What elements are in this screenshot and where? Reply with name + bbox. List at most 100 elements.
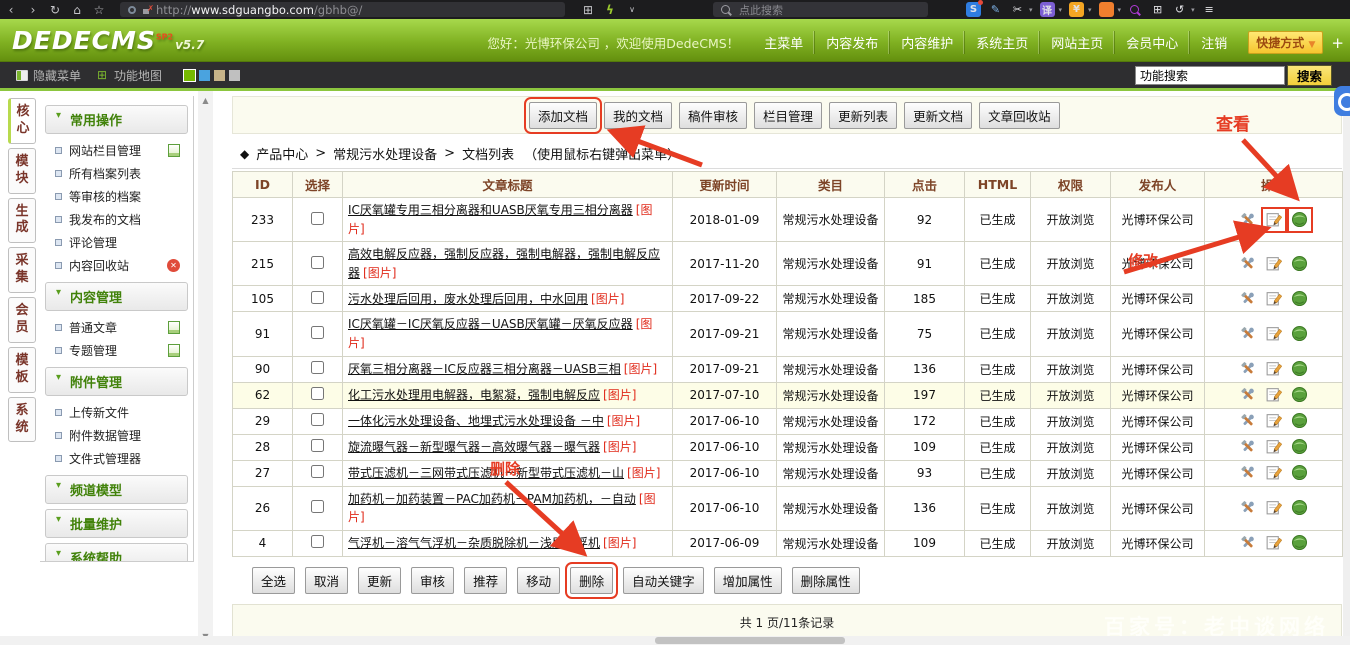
theme-swatch[interactable] bbox=[199, 70, 210, 81]
sidebar-section-常用操作[interactable]: 常用操作 bbox=[45, 105, 188, 134]
edit-icon[interactable] bbox=[1265, 499, 1283, 517]
attributes-icon[interactable] bbox=[1239, 211, 1257, 229]
batch-button-取消[interactable]: 取消 bbox=[305, 567, 348, 594]
page-scrollbar-track[interactable] bbox=[1343, 91, 1350, 637]
row-checkbox[interactable] bbox=[311, 291, 324, 304]
batch-button-增加属性[interactable]: 增加属性 bbox=[714, 567, 782, 594]
view-icon[interactable] bbox=[1291, 255, 1309, 273]
menu-icon[interactable]: ≡ bbox=[1202, 2, 1217, 17]
cell-category[interactable]: 常规污水处理设备 bbox=[777, 242, 885, 286]
document-title-link[interactable]: IC厌氧罐专用三相分离器和UASB厌氧专用三相分离器 bbox=[348, 203, 633, 217]
reload-icon[interactable]: ↻ bbox=[44, 3, 66, 17]
function-search-input[interactable] bbox=[1135, 66, 1285, 85]
document-title-link[interactable]: 污水处理后回用，废水处理后回用，中水回用 bbox=[348, 292, 588, 306]
doc-publish-icon[interactable] bbox=[168, 144, 180, 157]
sidebar-item-等审核的档案[interactable]: 等审核的档案 bbox=[43, 185, 190, 208]
row-checkbox[interactable] bbox=[311, 326, 324, 339]
attributes-icon[interactable] bbox=[1239, 290, 1257, 308]
site-info-icon[interactable] bbox=[128, 6, 136, 14]
row-checkbox[interactable] bbox=[311, 212, 324, 225]
undo-icon[interactable]: ↺ bbox=[1172, 2, 1187, 17]
address-bar[interactable]: http://www.sdguangbo.com/gbhb@/ bbox=[120, 2, 565, 17]
row-checkbox[interactable] bbox=[311, 535, 324, 548]
view-icon[interactable] bbox=[1291, 211, 1309, 229]
document-title-link[interactable]: 化工污水处理用电解器，电絮凝，强制电解反应 bbox=[348, 388, 600, 402]
doc-publish-icon[interactable] bbox=[168, 344, 180, 357]
view-icon[interactable] bbox=[1291, 360, 1309, 378]
doc-publish-icon[interactable] bbox=[168, 321, 180, 334]
notes-icon[interactable]: ✎ bbox=[988, 2, 1003, 17]
document-title-link[interactable]: 厌氧三相分离器－IC反应器三相分离器－UASB三相 bbox=[348, 362, 621, 376]
sidebar-scrollbar[interactable]: ▲ ▼ bbox=[198, 91, 213, 645]
cell-category[interactable]: 常规污水处理设备 bbox=[777, 530, 885, 556]
cell-category[interactable]: 常规污水处理设备 bbox=[777, 356, 885, 382]
document-title-link[interactable]: 气浮机－溶气气浮机－杂质脱除机－浅层气浮机 bbox=[348, 536, 600, 550]
cell-category[interactable]: 常规污水处理设备 bbox=[777, 382, 885, 408]
floating-translate-icon[interactable] bbox=[1334, 86, 1350, 116]
row-checkbox[interactable] bbox=[311, 387, 324, 400]
sidebar-tab-核心[interactable]: 核心 bbox=[8, 98, 36, 144]
sogou-icon[interactable]: S bbox=[966, 2, 981, 17]
edit-icon[interactable] bbox=[1265, 412, 1283, 430]
recycle-delete-icon[interactable]: ✕ bbox=[167, 259, 180, 272]
view-icon[interactable] bbox=[1291, 290, 1309, 308]
view-icon[interactable] bbox=[1291, 325, 1309, 343]
document-title-link[interactable]: 一体化污水处理设备、地埋式污水处理设备 －中 bbox=[348, 414, 604, 428]
breadcrumb-part[interactable]: 文档列表 bbox=[462, 144, 514, 163]
sidebar-section-附件管理[interactable]: 附件管理 bbox=[45, 367, 188, 396]
view-icon[interactable] bbox=[1291, 464, 1309, 482]
row-checkbox[interactable] bbox=[311, 256, 324, 269]
attributes-icon[interactable] bbox=[1239, 499, 1257, 517]
sidebar-section-内容管理[interactable]: 内容管理 bbox=[45, 282, 188, 311]
attributes-icon[interactable] bbox=[1239, 412, 1257, 430]
batch-button-删除属性[interactable]: 删除属性 bbox=[792, 567, 860, 594]
sidebar-section-批量维护[interactable]: 批量维护 bbox=[45, 509, 188, 538]
forward-icon[interactable]: › bbox=[22, 3, 44, 17]
toolbar-button-栏目管理[interactable]: 栏目管理 bbox=[754, 102, 822, 129]
document-title-link[interactable]: 带式压滤机－三网带式压滤机－新型带式压滤机－山 bbox=[348, 466, 624, 480]
edit-icon[interactable] bbox=[1265, 534, 1283, 552]
batch-button-审核[interactable]: 审核 bbox=[411, 567, 454, 594]
view-icon[interactable] bbox=[1291, 499, 1309, 517]
scroll-up-icon[interactable]: ▲ bbox=[198, 96, 213, 105]
add-shortcut-icon[interactable]: + bbox=[1331, 34, 1344, 52]
toolbar-button-稿件审核[interactable]: 稿件审核 bbox=[679, 102, 747, 129]
cell-category[interactable]: 常规污水处理设备 bbox=[777, 286, 885, 312]
cell-category[interactable]: 常规污水处理设备 bbox=[777, 198, 885, 242]
function-search-button[interactable]: 搜索 bbox=[1287, 65, 1332, 86]
attributes-icon[interactable] bbox=[1239, 534, 1257, 552]
row-checkbox[interactable] bbox=[311, 413, 324, 426]
cell-category[interactable]: 常规污水处理设备 bbox=[777, 486, 885, 530]
header-nav-item-内容发布[interactable]: 内容发布 bbox=[814, 31, 889, 54]
batch-button-推荐[interactable]: 推荐 bbox=[464, 567, 507, 594]
batch-button-移动[interactable]: 移动 bbox=[517, 567, 560, 594]
scrollbar-thumb[interactable] bbox=[655, 637, 845, 644]
sidebar-item-专题管理[interactable]: 专题管理 bbox=[43, 339, 190, 362]
edit-icon[interactable] bbox=[1265, 290, 1283, 308]
horizontal-scrollbar[interactable] bbox=[0, 636, 1350, 645]
view-icon[interactable] bbox=[1291, 438, 1309, 456]
sidebar-tab-生成[interactable]: 生成 bbox=[8, 198, 36, 244]
attributes-icon[interactable] bbox=[1239, 360, 1257, 378]
theme-swatch[interactable] bbox=[229, 70, 240, 81]
toolbar-button-我的文档[interactable]: 我的文档 bbox=[604, 102, 672, 129]
speed-mode-icon[interactable]: ϟ bbox=[599, 3, 621, 17]
sidebar-item-普通文章[interactable]: 普通文章 bbox=[43, 316, 190, 339]
cell-category[interactable]: 常规污水处理设备 bbox=[777, 408, 885, 434]
hide-menu-button[interactable]: 隐藏菜单 bbox=[16, 67, 81, 84]
header-nav-item-主菜单[interactable]: 主菜单 bbox=[753, 31, 814, 54]
sidebar-tab-模块[interactable]: 模块 bbox=[8, 148, 36, 194]
row-checkbox[interactable] bbox=[311, 361, 324, 374]
attributes-icon[interactable] bbox=[1239, 464, 1257, 482]
qr-code-icon[interactable]: ⊞ bbox=[577, 3, 599, 17]
home-icon[interactable]: ⌂ bbox=[66, 3, 88, 17]
attributes-icon[interactable] bbox=[1239, 255, 1257, 273]
header-nav-item-系统主页[interactable]: 系统主页 bbox=[964, 31, 1039, 54]
sidebar-tab-采集[interactable]: 采集 bbox=[8, 247, 36, 293]
sidebar-item-网站栏目管理[interactable]: 网站栏目管理 bbox=[43, 139, 190, 162]
sidebar-tab-会员[interactable]: 会员 bbox=[8, 297, 36, 343]
cell-category[interactable]: 常规污水处理设备 bbox=[777, 312, 885, 356]
view-icon[interactable] bbox=[1291, 534, 1309, 552]
batch-button-全选[interactable]: 全选 bbox=[252, 567, 295, 594]
sidebar-item-上传新文件[interactable]: 上传新文件 bbox=[43, 401, 190, 424]
